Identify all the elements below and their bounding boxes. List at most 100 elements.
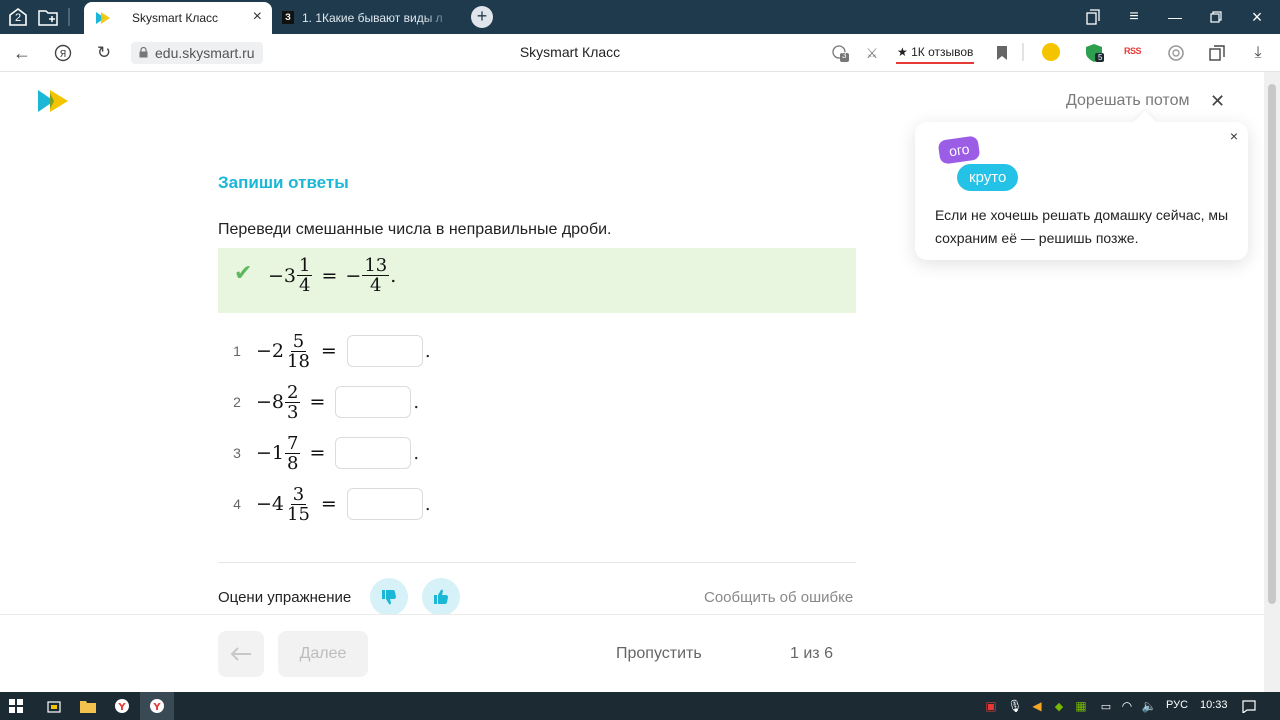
sticker-kruto: круто bbox=[957, 164, 1019, 191]
nvidia-icon[interactable]: ◆ bbox=[1050, 692, 1068, 720]
back-button[interactable] bbox=[218, 631, 264, 677]
tray-expand-icon[interactable]: ▭ bbox=[1098, 692, 1114, 720]
answer-input-3[interactable] bbox=[335, 437, 412, 469]
task-row-4: 4 − 4 3 15 = . bbox=[218, 481, 431, 527]
task-sign: − bbox=[256, 442, 272, 464]
skip-button[interactable]: Пропустить bbox=[616, 645, 702, 663]
fraction-denominator: 4 bbox=[299, 275, 311, 296]
tab-close-icon[interactable]: × bbox=[253, 8, 262, 26]
task-index: 4 bbox=[233, 496, 241, 512]
tab-manager-icon[interactable] bbox=[36, 5, 60, 29]
fraction-denominator: 18 bbox=[287, 350, 310, 372]
close-exercise-icon[interactable]: ✕ bbox=[1210, 92, 1225, 110]
shield-extension-icon[interactable]: 5 bbox=[1084, 43, 1106, 63]
toolbar-divider bbox=[1022, 43, 1024, 61]
task-index: 2 bbox=[233, 394, 241, 410]
tab-counter-text: 2 bbox=[14, 12, 22, 24]
task-row-3: 3 − 1 7 8 = . bbox=[218, 430, 419, 476]
dislike-button[interactable] bbox=[370, 578, 408, 616]
sticker-ogo: ого bbox=[937, 135, 981, 165]
save-later-tooltip: × ого круто Если не хочешь решать домашк… bbox=[915, 122, 1248, 260]
like-button[interactable] bbox=[422, 578, 460, 616]
url-text: edu.skysmart.ru bbox=[155, 45, 255, 61]
network-icon[interactable]: ◠ bbox=[1118, 692, 1136, 720]
answer-input-2[interactable] bbox=[335, 386, 412, 418]
task-fraction: 5 18 bbox=[285, 332, 312, 371]
scrollbar-thumb[interactable] bbox=[1268, 84, 1276, 604]
yandex-browser-active-taskbar-icon[interactable]: Y bbox=[140, 692, 174, 720]
svg-text:Y: Y bbox=[117, 702, 126, 713]
yandex-icon[interactable]: Я bbox=[53, 43, 73, 63]
tab-title: Skysmart Класс bbox=[132, 11, 219, 25]
task-fraction: 3 15 bbox=[285, 485, 312, 524]
collections-icon[interactable] bbox=[1207, 43, 1227, 63]
example-lhs-whole: 3 bbox=[283, 264, 297, 287]
answer-input-4[interactable] bbox=[346, 488, 423, 520]
answer-input-1[interactable] bbox=[346, 335, 423, 367]
tab-divider bbox=[68, 8, 70, 26]
bookmarks-panel-icon[interactable] bbox=[1082, 5, 1104, 29]
mute-ext-icon[interactable]: ⚔ bbox=[862, 43, 882, 63]
bookmark-icon[interactable] bbox=[992, 43, 1012, 63]
tray-green-icon[interactable]: ▦ bbox=[1072, 692, 1090, 720]
menu-icon[interactable]: ≡ bbox=[1123, 5, 1145, 29]
thumbs-down-icon bbox=[382, 590, 396, 605]
back-arrow-icon[interactable]: ← bbox=[12, 43, 32, 63]
notifications-icon[interactable] bbox=[1238, 692, 1260, 720]
reviews-link[interactable]: ★ 1К отзывов bbox=[896, 42, 975, 64]
task-row-2: 2 − 8 2 3 = . bbox=[218, 379, 419, 425]
language-indicator[interactable]: РУС bbox=[1166, 699, 1188, 711]
windows-taskbar: Y Y ▣ 🎙 ◀ ◆ ▦ ▭ ◠ 🔈 РУС 10:33 bbox=[0, 692, 1280, 720]
tab-title: 1. 1Какие бывают виды л bbox=[302, 11, 443, 25]
task-index: 3 bbox=[233, 445, 241, 461]
tray-app-icon[interactable]: ▣ bbox=[982, 692, 1000, 720]
exercise-instruction: Переведи смешанные числа в неправильные … bbox=[218, 221, 612, 238]
microphone-icon[interactable]: 🎙 bbox=[1006, 692, 1024, 720]
minimize-icon[interactable]: — bbox=[1164, 5, 1186, 29]
task-end: . bbox=[413, 391, 420, 413]
fraction-numerator: 2 bbox=[285, 381, 301, 403]
extension-coin-icon[interactable] bbox=[1042, 43, 1060, 61]
task-sign: − bbox=[256, 391, 272, 413]
reload-icon[interactable]: ↻ bbox=[94, 43, 114, 63]
report-error-link[interactable]: Сообщить об ошибке bbox=[704, 589, 853, 606]
task-index: 1 bbox=[233, 343, 241, 359]
solve-later-button[interactable]: Дорешать потом bbox=[1066, 92, 1189, 110]
volume-icon[interactable]: 🔈 bbox=[1140, 692, 1158, 720]
task-row-1: 1 − 2 5 18 = . bbox=[218, 328, 430, 374]
alice-icon[interactable] bbox=[1166, 43, 1186, 63]
file-explorer-icon[interactable] bbox=[72, 692, 104, 720]
task-fraction: 2 3 bbox=[285, 381, 301, 422]
tab-skysmart[interactable]: Skysmart Класс × bbox=[84, 2, 272, 34]
close-window-icon[interactable]: × bbox=[1246, 5, 1268, 29]
page-scrollbar[interactable] bbox=[1264, 72, 1280, 692]
restore-icon[interactable] bbox=[1205, 5, 1227, 29]
example-expression: − 3 1 4 = − 13 4 . bbox=[268, 256, 396, 295]
task-expression: − 8 2 3 = bbox=[256, 383, 329, 422]
rate-label: Оцени упражнение bbox=[218, 589, 352, 606]
yandex-browser-taskbar-icon[interactable]: Y bbox=[106, 692, 138, 720]
arrow-left-icon bbox=[230, 647, 251, 661]
fraction-numerator: 5 bbox=[290, 330, 307, 352]
task-expression: − 2 5 18 = bbox=[256, 332, 341, 371]
task-fraction: 7 8 bbox=[285, 434, 301, 473]
rss-icon[interactable]: RSS bbox=[1124, 46, 1142, 56]
extension-badge-icon[interactable]: 3 bbox=[830, 43, 850, 63]
skysmart-logo-icon[interactable] bbox=[38, 90, 70, 117]
task-end: . bbox=[424, 493, 431, 515]
tab-counter-icon[interactable]: 2 bbox=[6, 5, 30, 29]
example-equals: = bbox=[321, 264, 338, 287]
windows-start-icon[interactable] bbox=[0, 692, 32, 720]
new-tab-button[interactable]: + bbox=[471, 6, 493, 28]
clock[interactable]: 10:33 bbox=[1200, 699, 1228, 711]
speaker-warn-icon[interactable]: ◀ bbox=[1028, 692, 1046, 720]
task-whole: 2 bbox=[271, 340, 285, 362]
address-bar[interactable]: edu.skysmart.ru bbox=[131, 42, 263, 64]
example-lhs-fraction: 1 4 bbox=[297, 255, 313, 296]
downloads-icon[interactable]: ⤓ bbox=[1248, 43, 1268, 63]
tab-other[interactable]: З 1. 1Какие бывают виды л bbox=[276, 2, 462, 34]
fraction-numerator: 1 bbox=[297, 255, 313, 276]
next-button[interactable]: Далее bbox=[278, 631, 368, 677]
tooltip-close-icon[interactable]: × bbox=[1230, 128, 1238, 144]
store-icon[interactable] bbox=[38, 692, 70, 720]
